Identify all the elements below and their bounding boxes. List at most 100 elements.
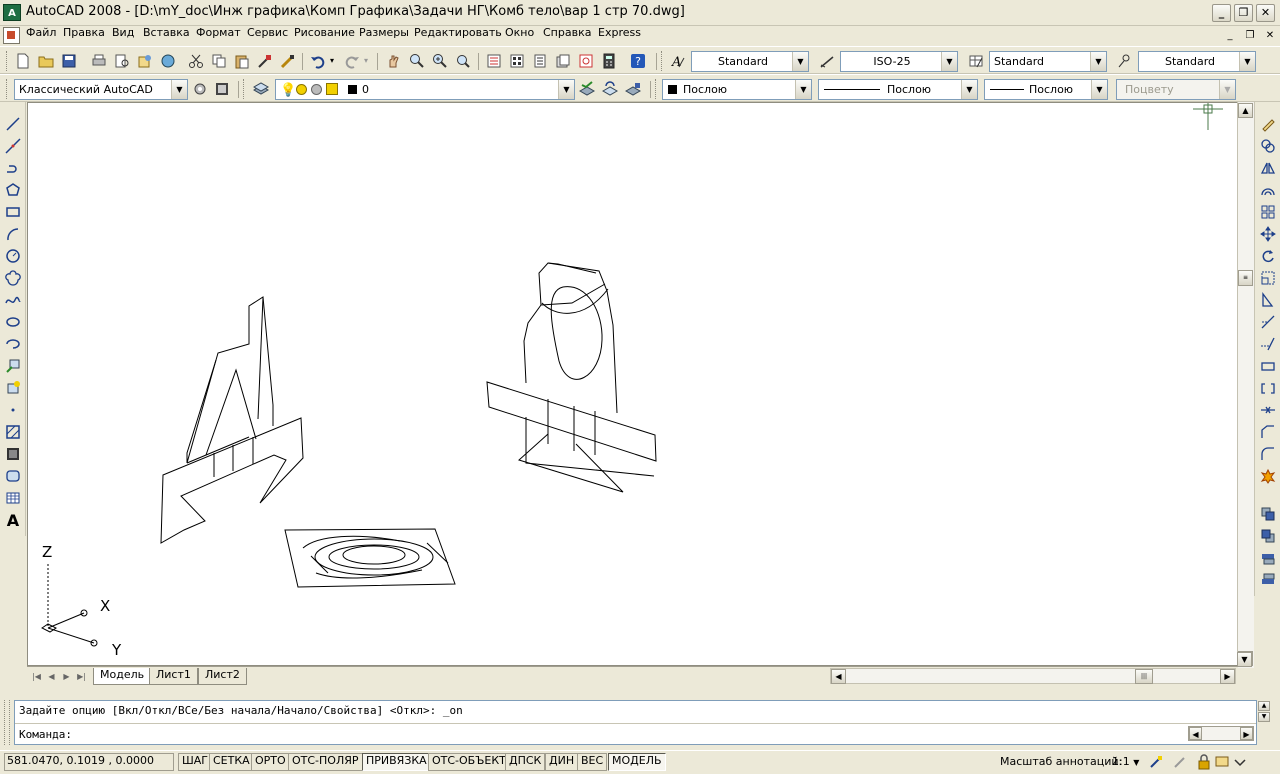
chamfer-icon[interactable] (1258, 422, 1278, 442)
color-select[interactable]: Послою ▼ (662, 79, 812, 100)
properties-icon[interactable] (484, 51, 504, 71)
ortho-toggle[interactable]: ОРТО (251, 753, 290, 771)
horizontal-scrollbar[interactable]: ◀ ||| ▶ (830, 668, 1236, 684)
array-icon[interactable] (1258, 202, 1278, 222)
osnap-toggle[interactable]: ПРИВЯЗКА (362, 753, 431, 771)
vertical-scrollbar[interactable]: ▲ ≡ ▼ (1237, 102, 1254, 668)
chevron-down-icon[interactable]: ▼ (792, 52, 808, 71)
zoom-window-icon[interactable] (430, 51, 450, 71)
table-icon[interactable] (3, 488, 23, 508)
revision-cloud-icon[interactable] (3, 268, 23, 288)
block-editor-icon[interactable] (278, 51, 298, 71)
layer-viewport-icon[interactable] (311, 84, 322, 95)
close-button[interactable]: ✕ (1256, 4, 1275, 22)
send-under-icon[interactable] (1258, 570, 1278, 590)
model-space-canvas[interactable]: Z X Y (27, 102, 1238, 666)
toolbar-grip[interactable] (661, 51, 664, 71)
command-window-grip[interactable] (4, 700, 10, 745)
cmd-scroll-up-button[interactable]: ▲ (1258, 701, 1270, 711)
otrack-toggle[interactable]: ОТС-ОБЪЕКТ (428, 753, 510, 771)
sheet-set-manager-icon[interactable] (553, 51, 573, 71)
cut-icon[interactable] (186, 51, 206, 71)
annotation-scale-select[interactable]: 1:1 ▼ (1112, 755, 1139, 768)
dim-style-select[interactable]: ISO-25 ▼ (840, 51, 958, 72)
undo-dropdown-icon[interactable]: ▾ (327, 51, 337, 71)
circle-icon[interactable] (3, 246, 23, 266)
snap-toggle[interactable]: ШАГ (178, 753, 212, 771)
toolbar-grip[interactable] (655, 79, 658, 99)
scroll-up-button[interactable]: ▲ (1238, 103, 1253, 118)
tab-model[interactable]: Модель (93, 668, 152, 685)
break-at-point-icon[interactable] (1258, 356, 1278, 376)
multileader-style-icon[interactable] (1114, 51, 1134, 71)
layer-states-icon[interactable] (623, 79, 643, 99)
line-icon[interactable] (3, 114, 23, 134)
toolbar-grip[interactable] (6, 79, 9, 99)
multiline-text-icon[interactable]: A (3, 510, 23, 530)
hatch-icon[interactable] (3, 422, 23, 442)
cmd-scroll-left-button[interactable]: ◀ (1189, 727, 1202, 740)
tab-layout2[interactable]: Лист2 (198, 668, 247, 685)
trim-icon[interactable] (1258, 312, 1278, 332)
communication-center-icon[interactable] (1214, 754, 1230, 770)
spline-icon[interactable] (3, 290, 23, 310)
new-file-icon[interactable] (13, 51, 33, 71)
command-prompt[interactable]: Команда: (19, 728, 72, 741)
layer-lock-icon[interactable] (326, 83, 338, 95)
model-toggle[interactable]: МОДЕЛЬ (608, 753, 666, 771)
tool-palettes-icon[interactable] (530, 51, 550, 71)
cmd-scroll-down-button[interactable]: ▼ (1258, 712, 1270, 722)
autocad-app-icon[interactable]: A (3, 4, 21, 21)
chevron-down-icon[interactable]: ▼ (961, 80, 977, 99)
redo-dropdown-icon[interactable]: ▾ (361, 51, 371, 71)
scroll-down-button-2[interactable]: ▼ (1237, 652, 1252, 667)
help-icon[interactable]: ? (628, 51, 648, 71)
tab-layout1[interactable]: Лист1 (149, 668, 198, 685)
erase-icon[interactable] (1258, 114, 1278, 134)
print-icon[interactable] (89, 51, 109, 71)
menu-dimension[interactable]: Размеры (354, 26, 414, 46)
zoom-realtime-icon[interactable] (407, 51, 427, 71)
ducs-toggle[interactable]: ДПСК (505, 753, 546, 771)
open-file-icon[interactable] (36, 51, 56, 71)
polar-toggle[interactable]: ОТС-ПОЛЯР (288, 753, 363, 771)
annotation-visibility-icon[interactable] (1148, 754, 1164, 770)
construction-line-icon[interactable] (3, 136, 23, 156)
doc-restore-button[interactable]: ❐ (1242, 28, 1258, 43)
polyline-icon[interactable] (3, 158, 23, 178)
scroll-thumb[interactable]: ≡ (1238, 270, 1253, 286)
toolbar-grip[interactable] (243, 79, 246, 99)
text-style-select[interactable]: Standard ▼ (691, 51, 809, 72)
chevron-down-icon[interactable]: ▼ (171, 80, 187, 99)
grid-toggle[interactable]: СЕТКА (209, 753, 254, 771)
undo-icon[interactable] (308, 51, 328, 71)
table-style-icon[interactable] (966, 51, 986, 71)
table-style-select[interactable]: Standard ▼ (989, 51, 1107, 72)
rotate-icon[interactable] (1258, 246, 1278, 266)
bring-to-front-icon[interactable] (1258, 504, 1278, 524)
rectangle-icon[interactable] (3, 202, 23, 222)
fillet-icon[interactable] (1258, 444, 1278, 464)
paste-icon[interactable] (232, 51, 252, 71)
scale-icon[interactable] (1258, 268, 1278, 288)
chevron-down-icon[interactable]: ▼ (1091, 80, 1107, 99)
dyn-toggle[interactable]: ДИН (545, 753, 579, 771)
lineweight-select[interactable]: Послою ▼ (984, 79, 1108, 100)
markup-set-manager-icon[interactable] (576, 51, 596, 71)
chevron-down-icon[interactable]: ▼ (558, 80, 574, 99)
document-icon[interactable] (3, 27, 20, 44)
lineweight-toggle[interactable]: ВЕС (577, 753, 608, 771)
match-properties-icon[interactable] (255, 51, 275, 71)
gradient-icon[interactable] (3, 444, 23, 464)
prev-tab-button[interactable]: ◀ (45, 669, 58, 684)
minimize-button[interactable]: _ (1212, 4, 1231, 22)
explode-icon[interactable] (1258, 466, 1278, 486)
save-icon[interactable] (59, 51, 79, 71)
menu-edit[interactable]: Правка (58, 26, 110, 46)
arc-icon[interactable] (3, 224, 23, 244)
polygon-icon[interactable] (3, 180, 23, 200)
region-icon[interactable] (3, 466, 23, 486)
publish-icon[interactable] (135, 51, 155, 71)
join-icon[interactable] (1258, 400, 1278, 420)
chevron-down-icon[interactable]: ▼ (1090, 52, 1106, 71)
